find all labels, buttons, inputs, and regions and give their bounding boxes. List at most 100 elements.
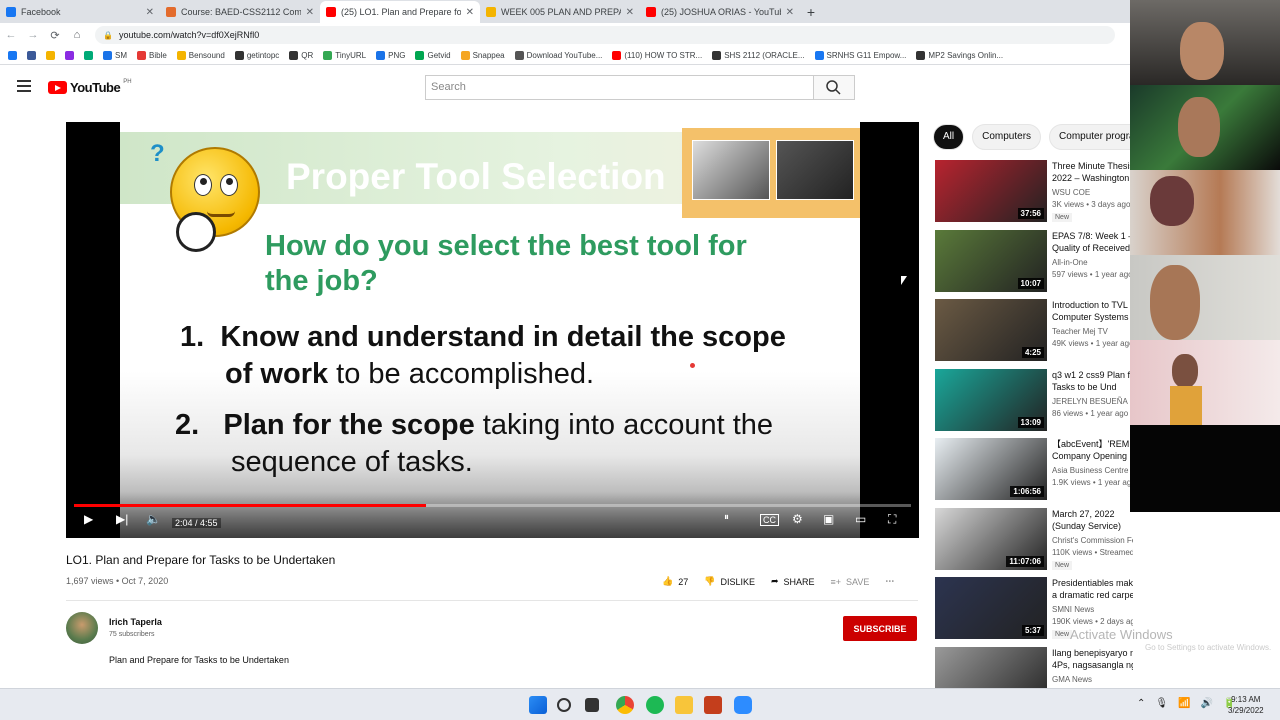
bookmark-item[interactable]: Getvid [415,51,451,60]
search-icon[interactable] [557,698,571,712]
recommended-channel[interactable]: WSU COE [1052,188,1090,197]
recommended-title[interactable]: EPAS 7/8: Week 1 – Quality of Received [1052,230,1133,254]
chevron-up-icon[interactable]: ⌃ [1137,698,1145,709]
close-icon[interactable]: ✕ [786,7,794,18]
next-icon[interactable]: ▶| [116,512,128,526]
video-thumbnail[interactable]: 37:56 [935,160,1047,222]
bookmark-item[interactable] [65,51,74,60]
recommended-video[interactable]: 37:56 Three Minute Thesis 2022 – Washingt… [933,160,1133,224]
subscribe-button[interactable]: SUBSCRIBE [843,616,917,641]
bookmark-item[interactable] [27,51,36,60]
chip-computer-program[interactable]: Computer program [1049,124,1133,150]
close-icon[interactable]: ✕ [626,7,634,18]
close-icon[interactable]: ✕ [146,7,154,18]
forward-icon[interactable]: → [22,29,44,41]
start-button-icon[interactable] [529,696,547,714]
recommended-title[interactable]: 【abcEvent】'REM Company Opening [1052,438,1133,462]
bookmark-item[interactable]: SRNHS G11 Empow... [814,51,906,60]
chip-all[interactable]: All [933,124,965,150]
microphone-icon[interactable]: 🎙 [1155,698,1168,709]
bookmark-item[interactable]: QR [289,51,313,60]
recommended-channel[interactable]: SMNI News [1052,605,1094,614]
dislike-button[interactable]: 👎 DISLIKE [704,576,755,587]
recommended-title[interactable]: Introduction to TVL Computer Systems [1052,299,1133,323]
recommended-video[interactable]: 4:25 Introduction to TVL Computer Systems… [933,299,1133,363]
recommended-video[interactable]: 13:09 q3 w1 2 css9 Plan for Tasks to be U… [933,368,1133,433]
browser-tab-week005[interactable]: WEEK 005 PLAN AND PREPARE T✕ [480,1,640,23]
recommended-video[interactable]: Ilang benepisyaryo ng 4Ps, nagsasangla n… [933,646,1133,688]
recommended-video[interactable]: 11:07:06 March 27, 2022 (Sunday Service) C… [933,507,1133,572]
video-thumbnail[interactable]: 13:09 [935,368,1047,431]
miniplayer-icon[interactable]: ▣ [823,512,834,526]
bookmark-item[interactable]: (110) HOW TO STR... [612,51,702,60]
bookmark-item[interactable]: getintopc [234,51,279,60]
theater-mode-icon[interactable]: ▭ [855,512,866,526]
reload-icon[interactable]: ⟳ [44,29,66,42]
chrome-icon[interactable] [616,696,634,714]
recommended-title[interactable]: q3 w1 2 css9 Plan for Tasks to be Und [1052,369,1133,393]
recommended-channel[interactable]: Asia Business Centre [1052,466,1128,475]
video-thumbnail[interactable]: 5:37 [935,577,1047,639]
recommended-title[interactable]: Three Minute Thesis 2022 – Washington [1052,160,1133,184]
recommended-video[interactable]: 10:07 EPAS 7/8: Week 1 – Quality of Recei… [933,229,1133,294]
browser-tab-facebook[interactable]: Facebook ✕ [0,1,160,23]
zoom-icon[interactable] [734,696,752,714]
channel-avatar[interactable] [66,612,98,644]
search-button[interactable] [813,75,855,100]
file-explorer-icon[interactable] [675,696,693,714]
address-bar[interactable]: 🔒 youtube.com/watch?v=df0XejRNfl0 [95,26,1115,44]
fullscreen-icon[interactable]: ⛶ [888,512,896,527]
recommended-channel[interactable]: JERELYN BESUEÑA [1052,397,1128,406]
new-tab-button[interactable]: + [800,1,822,23]
close-icon[interactable]: ✕ [306,7,314,18]
task-view-icon[interactable] [585,698,599,712]
browser-tab-course[interactable]: Course: BAED-CSS2112 Computer✕ [160,1,320,23]
recommended-title[interactable]: March 27, 2022 (Sunday Service) [1052,508,1133,532]
chip-computers[interactable]: Computers [972,124,1042,150]
video-thumbnail[interactable]: 11:07:06 [935,507,1047,570]
play-icon[interactable]: ▶ [84,512,93,526]
progress-bar[interactable] [74,504,911,507]
clock[interactable]: 9:13 AM 3/29/2022 [1228,694,1264,716]
share-button[interactable]: ➦ SHARE [771,576,815,587]
recommended-video[interactable]: 1:06:56 【abcEvent】'REM Company Opening Asi… [933,438,1133,502]
video-thumbnail[interactable]: 1:06:56 [935,438,1047,500]
video-thumbnail[interactable]: 4:25 [935,299,1047,361]
more-actions-icon[interactable]: ⋯ [885,576,894,587]
bookmark-item[interactable]: Download YouTube... [514,51,602,60]
bookmark-item[interactable]: Bensound [176,51,225,60]
bookmark-item[interactable]: SHS 2112 (ORACLE... [712,51,805,60]
volume-icon[interactable]: 🔈 [146,512,161,526]
video-player[interactable]: Proper Tool Selection ? How do you selec… [66,122,919,538]
settings-gear-icon[interactable]: ⚙ [792,512,803,526]
bookmark-item[interactable]: MP2 Savings Onlin... [916,51,1003,60]
search-input[interactable]: Search [425,75,814,100]
bookmark-item[interactable]: Snappea [460,51,505,60]
bookmark-item[interactable]: SM [103,51,127,60]
like-button[interactable]: 👍 27 [662,576,688,587]
recommended-channel[interactable]: All-in-One [1052,258,1088,267]
video-thumbnail[interactable] [935,646,1047,688]
powerpoint-icon[interactable] [704,696,722,714]
recommended-channel[interactable]: GMA News [1052,675,1092,684]
bookmark-item[interactable]: TinyURL [323,51,366,60]
channel-name[interactable]: Irich Taperla [109,617,162,627]
bookmark-item[interactable] [84,51,93,60]
autoplay-toggle-icon[interactable]: ⏸ [724,512,729,523]
back-icon[interactable]: ← [0,29,22,41]
recommended-channel[interactable]: Teacher Mej TV [1052,327,1108,336]
close-icon[interactable]: ✕ [466,7,474,18]
video-thumbnail[interactable]: 10:07 [935,229,1047,292]
bookmark-item[interactable]: Bible [137,51,167,60]
spotify-icon[interactable] [646,696,664,714]
bookmark-item[interactable]: PNG [376,51,405,60]
youtube-logo[interactable]: YouTube PH [48,79,132,95]
wifi-icon[interactable]: 📶 [1178,698,1190,709]
recommended-title[interactable]: Ilang benepisyaryo ng 4Ps, nagsasangla n… [1052,647,1133,671]
browser-tab-joshua[interactable]: (25) JOSHUA ORIAS - YouTube ✕ [640,1,800,23]
save-button[interactable]: ≡+ SAVE [831,577,870,587]
home-icon[interactable]: ⌂ [66,29,88,41]
hamburger-menu-icon[interactable] [17,80,31,92]
captions-icon[interactable]: CC [760,514,779,526]
bookmark-item[interactable] [46,51,55,60]
